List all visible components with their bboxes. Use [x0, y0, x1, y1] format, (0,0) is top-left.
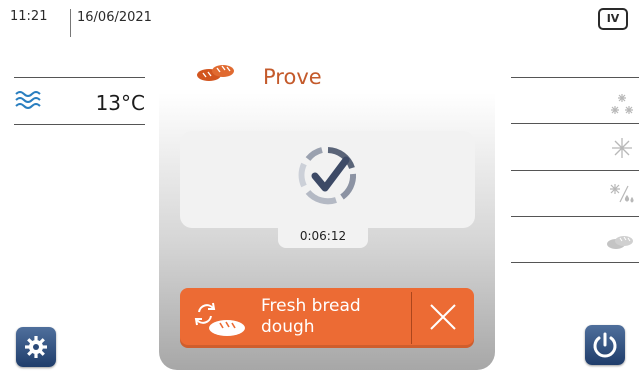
action-separator [411, 292, 412, 344]
close-icon[interactable] [425, 299, 461, 335]
date-display: 16/06/2021 [70, 9, 152, 37]
settings-button[interactable] [16, 327, 56, 367]
right-divider-1 [511, 77, 639, 78]
program-timer: 0:06:12 [299, 229, 347, 243]
recipe-name: Fresh bread dough [261, 296, 361, 338]
recipe-name-line1: Fresh bread [261, 296, 361, 316]
power-button[interactable] [585, 325, 625, 365]
temperature-value: 13°C [95, 91, 145, 115]
right-divider-2 [511, 123, 639, 124]
right-divider-5 [511, 262, 639, 263]
bread-icon[interactable] [606, 229, 634, 253]
program-title: Prove [263, 65, 322, 89]
right-divider-3 [511, 170, 639, 171]
airflow-waves-icon [14, 88, 42, 112]
gear-icon [25, 336, 47, 358]
freeze-icon[interactable] [608, 136, 636, 160]
clock-time: 11:21 [10, 9, 48, 24]
mode-badge[interactable]: IV [598, 8, 628, 30]
left-divider-bottom [14, 124, 145, 125]
right-divider-4 [511, 216, 639, 217]
deep-freeze-icon[interactable] [608, 92, 636, 116]
bread-cycle-icon [193, 300, 249, 338]
left-divider-top [14, 77, 145, 78]
check-complete-icon [296, 144, 360, 208]
recipe-name-line2: dough [261, 317, 315, 337]
power-icon [593, 332, 617, 358]
bread-loaves-icon [195, 62, 239, 82]
thaw-icon[interactable] [608, 182, 636, 206]
